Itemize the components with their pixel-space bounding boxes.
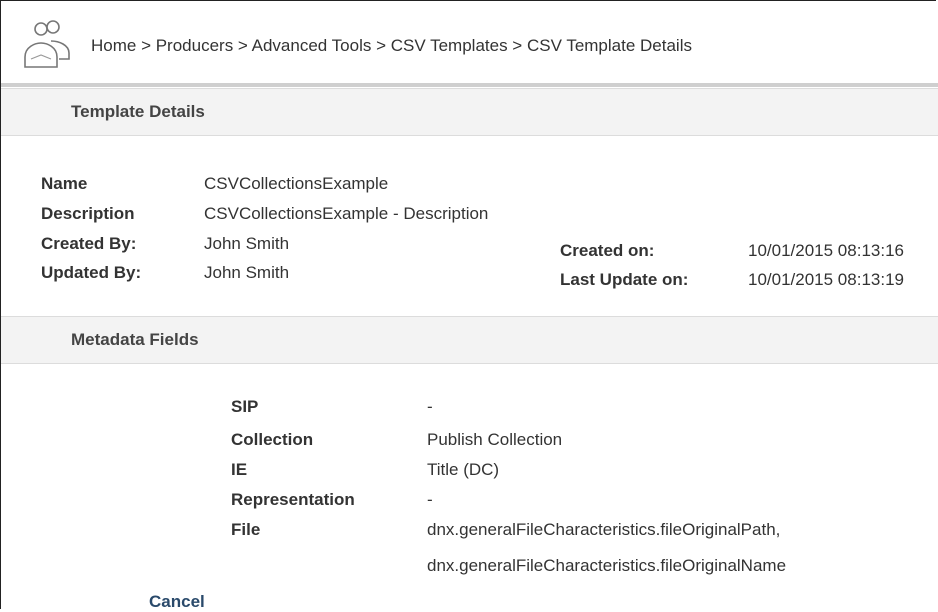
- created-on-label: Created on:: [560, 241, 655, 260]
- collection-label: Collection: [231, 430, 314, 449]
- created-by-value: John Smith: [204, 234, 290, 253]
- file-value-name: dnx.generalFileCharacteristics.fileOrigi…: [427, 556, 787, 575]
- description-label: Description: [41, 204, 135, 223]
- cancel-button[interactable]: Cancel: [149, 592, 205, 612]
- ie-value: Title (DC): [427, 460, 500, 479]
- file-label: File: [231, 520, 261, 539]
- last-update-label: Last Update on:: [560, 270, 689, 289]
- collection-value: Publish Collection: [427, 430, 563, 449]
- sip-label: SIP: [231, 397, 259, 416]
- representation-value: -: [427, 490, 433, 509]
- template-details-header: Template Details: [1, 88, 938, 136]
- sip-value: -: [427, 397, 433, 416]
- name-label: Name: [41, 174, 88, 193]
- created-by-label: Created By:: [41, 234, 137, 253]
- breadcrumb-bar: Home > Producers > Advanced Tools > CSV …: [1, 1, 938, 87]
- created-on-value: 10/01/2015 08:13:16: [748, 241, 904, 260]
- metadata-fields-header: Metadata Fields: [1, 316, 938, 364]
- ie-label: IE: [231, 460, 248, 479]
- description-value: CSVCollectionsExample - Description: [204, 204, 489, 223]
- updated-by-label: Updated By:: [41, 263, 142, 282]
- breadcrumb: Home > Producers > Advanced Tools > CSV …: [91, 36, 692, 55]
- updated-by-value: John Smith: [204, 263, 290, 282]
- users-icon: [19, 19, 75, 83]
- page-frame: Home > Producers > Advanced Tools > CSV …: [0, 0, 938, 612]
- representation-label: Representation: [231, 490, 355, 509]
- section-title: Metadata Fields: [71, 330, 199, 349]
- file-value-path: dnx.generalFileCharacteristics.fileOrigi…: [427, 520, 781, 539]
- section-title: Template Details: [71, 102, 205, 121]
- name-value: CSVCollectionsExample: [204, 174, 389, 193]
- last-update-value: 10/01/2015 08:13:19: [748, 270, 904, 289]
